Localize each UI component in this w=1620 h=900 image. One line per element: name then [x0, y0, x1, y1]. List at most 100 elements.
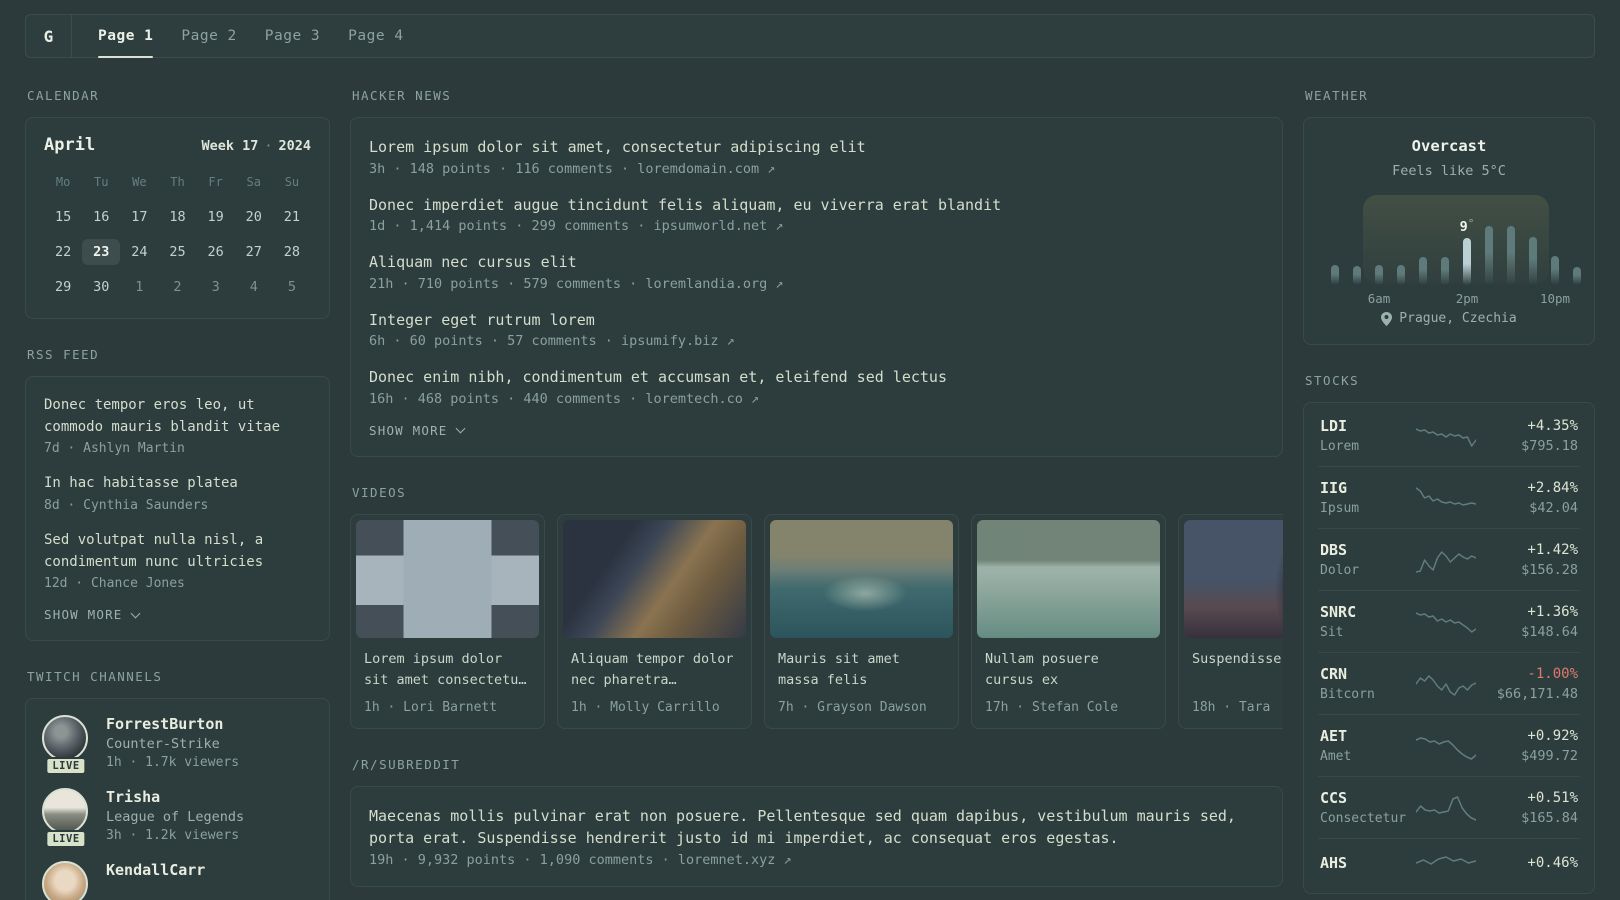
calendar-day[interactable]: 19 [197, 204, 235, 230]
hn-item-title[interactable]: Integer eget rutrum lorem [369, 309, 1264, 332]
chevron-down-icon [130, 608, 140, 619]
hn-item-title[interactable]: Aliquam nec cursus elit [369, 251, 1264, 274]
rss-show-more-button[interactable]: SHOW MORE [44, 607, 140, 622]
stock-row[interactable]: IIG Ipsum +2.84% $42.04 [1318, 467, 1580, 529]
calendar-day[interactable]: 22 [44, 239, 82, 265]
hn-item: Donec imperdiet augue tincidunt felis al… [369, 194, 1264, 235]
live-badge: LIVE [45, 830, 87, 849]
rss-item-title[interactable]: In hac habitasse platea [44, 473, 311, 495]
dot-separator: · [264, 138, 273, 154]
calendar-day[interactable]: 4 [235, 274, 273, 300]
calendar-day[interactable]: 24 [120, 239, 158, 265]
rss-item-title[interactable]: Sed volutpat nulla nisl, a condimentum n… [44, 530, 311, 573]
stock-sparkline [1416, 736, 1476, 760]
stock-symbol[interactable]: LDI [1320, 417, 1416, 435]
tab-page-4[interactable]: Page 4 [348, 15, 403, 57]
calendar-day[interactable]: 27 [235, 239, 273, 265]
twitch-channel-name[interactable]: Trisha [106, 788, 244, 806]
twitch-channel-row[interactable]: LIVE Trisha League of Legends 3h · 1.2k … [42, 788, 313, 849]
stock-change: +1.42% [1527, 541, 1578, 558]
stock-symbol[interactable]: AHS [1320, 854, 1416, 872]
video-card[interactable]: Lorem ipsum dolor sit amet consectetu… 1… [350, 513, 545, 729]
video-thumbnail[interactable] [1184, 519, 1283, 638]
video-card[interactable]: Suspendisse diam 18h · Tara [1178, 513, 1283, 729]
weather-bar [1507, 226, 1515, 285]
twitch-channel-row[interactable]: KendallCarr [42, 861, 313, 900]
calendar-day-header: Mo [55, 175, 71, 189]
stock-row[interactable]: AHS +0.46% [1318, 839, 1580, 891]
calendar-day[interactable]: 1 [120, 274, 158, 300]
video-thumbnail[interactable] [977, 519, 1160, 638]
weather-time-label: 10pm [1539, 291, 1571, 306]
stock-name: Ipsum [1320, 501, 1360, 516]
calendar-day[interactable]: 28 [273, 239, 311, 265]
calendar-day[interactable]: 20 [235, 204, 273, 230]
calendar-day-header: We [132, 175, 147, 189]
stock-price: $156.28 [1521, 561, 1578, 578]
calendar-day[interactable]: 21 [273, 204, 311, 230]
video-card[interactable]: Nullam posuere cursus ex 17h · Stefan Co… [971, 513, 1166, 729]
hn-item-title[interactable]: Lorem ipsum dolor sit amet, consectetur … [369, 136, 1264, 159]
stock-row[interactable]: LDI Lorem +4.35% $795.18 [1318, 405, 1580, 467]
hn-item-title[interactable]: Donec imperdiet augue tincidunt felis al… [369, 194, 1264, 217]
reddit-post-title[interactable]: Maecenas mollis pulvinar erat non posuer… [369, 805, 1264, 850]
videos-row: Lorem ipsum dolor sit amet consectetu… 1… [350, 513, 1283, 729]
video-thumbnail[interactable] [563, 519, 746, 638]
video-thumbnail[interactable] [770, 519, 953, 638]
calendar-day-header: Th [170, 175, 185, 189]
stock-row[interactable]: CCS Consectetur +0.51% $165.84 [1318, 777, 1580, 839]
calendar-day[interactable]: 29 [44, 274, 82, 300]
calendar-day-selected[interactable]: 23 [82, 239, 121, 265]
twitch-channel-name[interactable]: ForrestBurton [106, 715, 239, 733]
app-logo[interactable]: G [26, 15, 72, 57]
weather-section: WEATHER Overcast Feels like 5°C 9° 6am 2pm… [1303, 88, 1595, 345]
video-title[interactable]: Lorem ipsum dolor sit amet consectetu… [364, 649, 531, 692]
calendar-day[interactable]: 18 [158, 204, 196, 230]
stock-row[interactable]: DBS Dolor +1.42% $156.28 [1318, 529, 1580, 591]
stock-change: +2.84% [1527, 479, 1578, 496]
calendar-day[interactable]: 25 [158, 239, 196, 265]
stock-symbol[interactable]: CRN [1320, 665, 1416, 683]
stock-symbol[interactable]: SNRC [1320, 603, 1416, 621]
stock-row[interactable]: CRN Bitcorn -1.00% $66,171.48 [1318, 653, 1580, 715]
stock-name: Consectetur [1320, 811, 1407, 826]
stock-price: $499.72 [1521, 747, 1578, 764]
videos-section: VIDEOS Lorem ipsum dolor sit amet consec… [350, 485, 1283, 729]
calendar-day[interactable]: 30 [82, 274, 120, 300]
hn-show-more-button[interactable]: SHOW MORE [369, 423, 465, 438]
calendar-day[interactable]: 26 [197, 239, 235, 265]
video-title[interactable]: Aliquam tempor dolor nec pharetra… [571, 649, 738, 692]
stock-row[interactable]: AET Amet +0.92% $499.72 [1318, 715, 1580, 777]
weather-bar [1353, 266, 1361, 285]
stock-symbol[interactable]: IIG [1320, 479, 1416, 497]
tab-page-1[interactable]: Page 1 [98, 15, 154, 58]
stock-price: $66,171.48 [1496, 685, 1578, 702]
hn-item-title[interactable]: Donec enim nibh, condimentum et accumsan… [369, 366, 1264, 389]
avatar [42, 861, 88, 900]
calendar-widget: April Week 17 · 2024 Mo Tu We Th Fr Sa Su 15 16 17 1… [25, 117, 330, 319]
video-title[interactable]: Suspendisse diam [1192, 649, 1283, 692]
tab-page-2[interactable]: Page 2 [181, 15, 236, 57]
video-card[interactable]: Aliquam tempor dolor nec pharetra… 1h · … [557, 513, 752, 729]
stock-symbol[interactable]: AET [1320, 727, 1416, 745]
reddit-post: Maecenas mollis pulvinar erat non posuer… [369, 805, 1264, 868]
video-title[interactable]: Nullam posuere cursus ex [985, 649, 1152, 692]
stock-row[interactable]: SNRC Sit +1.36% $148.64 [1318, 591, 1580, 653]
video-card[interactable]: Mauris sit amet massa felis 7h · Grayson… [764, 513, 959, 729]
tab-page-3[interactable]: Page 3 [265, 15, 320, 57]
twitch-channel-row[interactable]: LIVE ForrestBurton Counter-Strike 1h · 1… [42, 715, 313, 776]
calendar-day[interactable]: 3 [197, 274, 235, 300]
calendar-day[interactable]: 15 [44, 204, 82, 230]
stock-symbol[interactable]: CCS [1320, 789, 1416, 807]
weather-bar [1397, 265, 1405, 285]
calendar-day[interactable]: 5 [273, 274, 311, 300]
calendar-day[interactable]: 17 [120, 204, 158, 230]
video-title[interactable]: Mauris sit amet massa felis [778, 649, 945, 692]
video-thumbnail[interactable] [356, 519, 539, 638]
calendar-day[interactable]: 2 [158, 274, 196, 300]
hackernews-section-header: HACKER NEWS [352, 88, 452, 103]
stock-symbol[interactable]: DBS [1320, 541, 1416, 559]
calendar-day[interactable]: 16 [82, 204, 120, 230]
twitch-channel-name[interactable]: KendallCarr [106, 861, 205, 879]
rss-item-title[interactable]: Donec tempor eros leo, ut commodo mauris… [44, 395, 311, 438]
